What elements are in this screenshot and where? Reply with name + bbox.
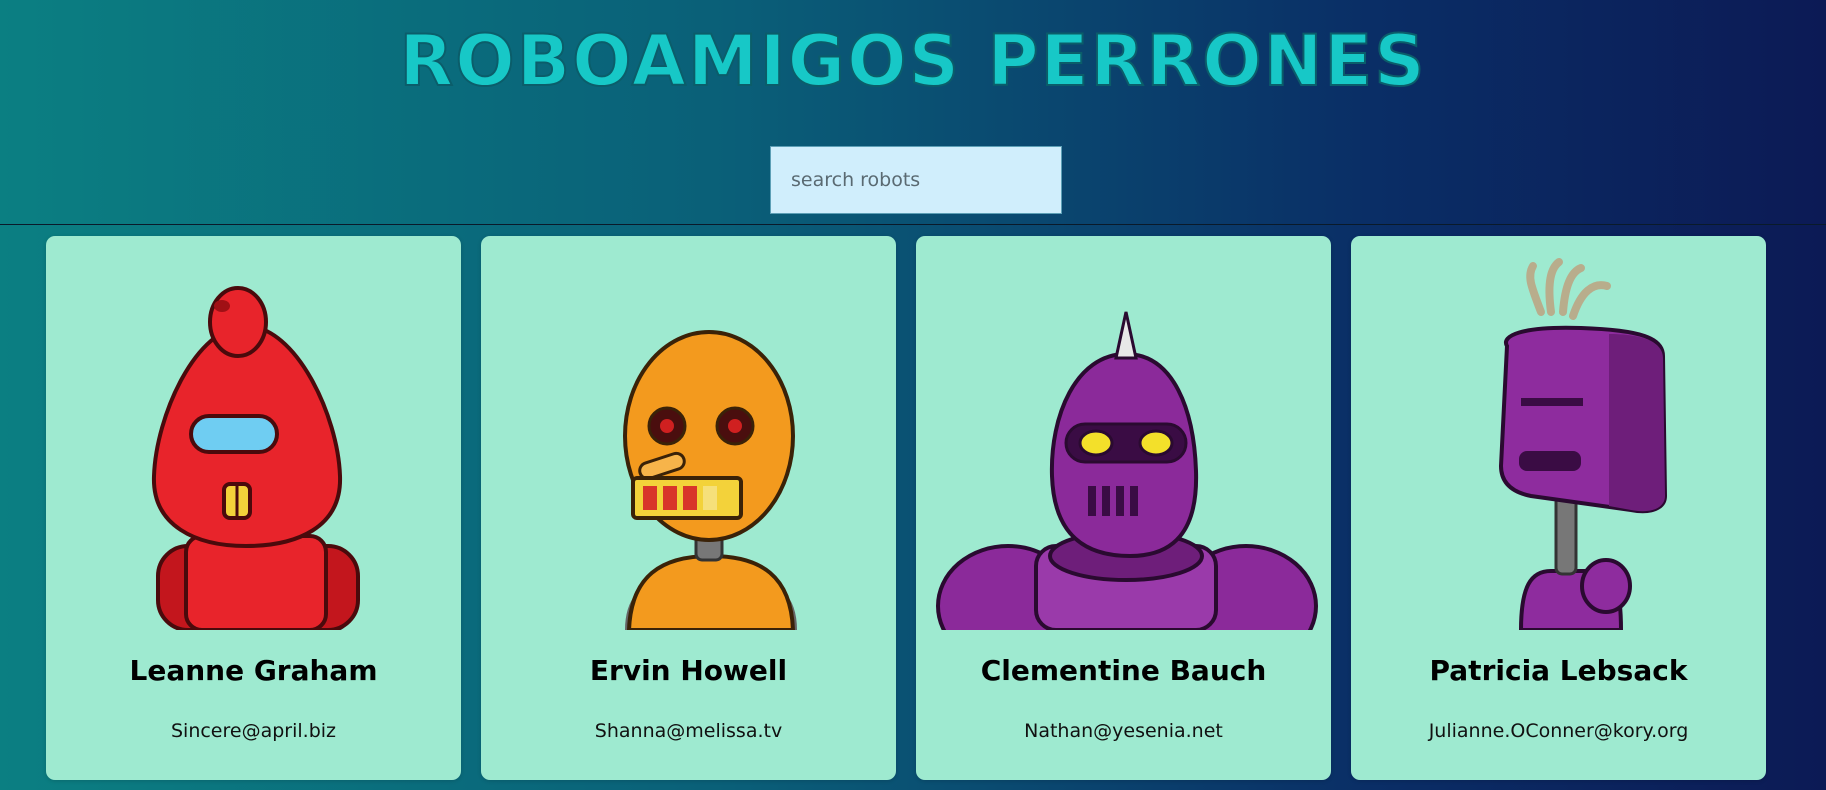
robot-avatar [46, 246, 461, 630]
robot-email: Nathan@yesenia.net [1024, 720, 1223, 742]
red-robot-avatar-icon [151, 286, 360, 630]
header-divider [0, 224, 1826, 225]
search-input[interactable] [770, 146, 1062, 214]
page-header: ROBOAMIGOS PERRONES [0, 0, 1826, 224]
robot-avatar [1351, 246, 1766, 630]
robot-name: Patricia Lebsack [1429, 654, 1688, 687]
orange-robot-avatar-icon [623, 330, 797, 630]
robot-card-list: Leanne Graham Sincere@april.biz Ervin Ho… [0, 236, 1826, 790]
robot-name: Ervin Howell [589, 654, 788, 687]
robot-email: Julianne.OConner@kory.org [1428, 720, 1689, 742]
purple-robot-avatar-icon [936, 311, 1318, 630]
robot-card[interactable]: Ervin Howell Shanna@melissa.tv [481, 236, 896, 780]
robot-avatar [481, 246, 896, 630]
robot-name: Leanne Graham [129, 654, 378, 687]
robot-card[interactable]: Leanne Graham Sincere@april.biz [46, 236, 461, 780]
robot-card[interactable]: Patricia Lebsack Julianne.OConner@kory.o… [1351, 236, 1766, 780]
page-title: ROBOAMIGOS PERRONES [398, 19, 1427, 103]
robot-card[interactable]: Clementine Bauch Nathan@yesenia.net [916, 236, 1331, 780]
robot-email: Sincere@april.biz [170, 720, 337, 742]
robot-name: Clementine Bauch [980, 654, 1267, 687]
robot-avatar [916, 246, 1331, 630]
robot-email: Shanna@melissa.tv [594, 720, 783, 742]
purple-robot-avatar-icon [1498, 258, 1668, 630]
